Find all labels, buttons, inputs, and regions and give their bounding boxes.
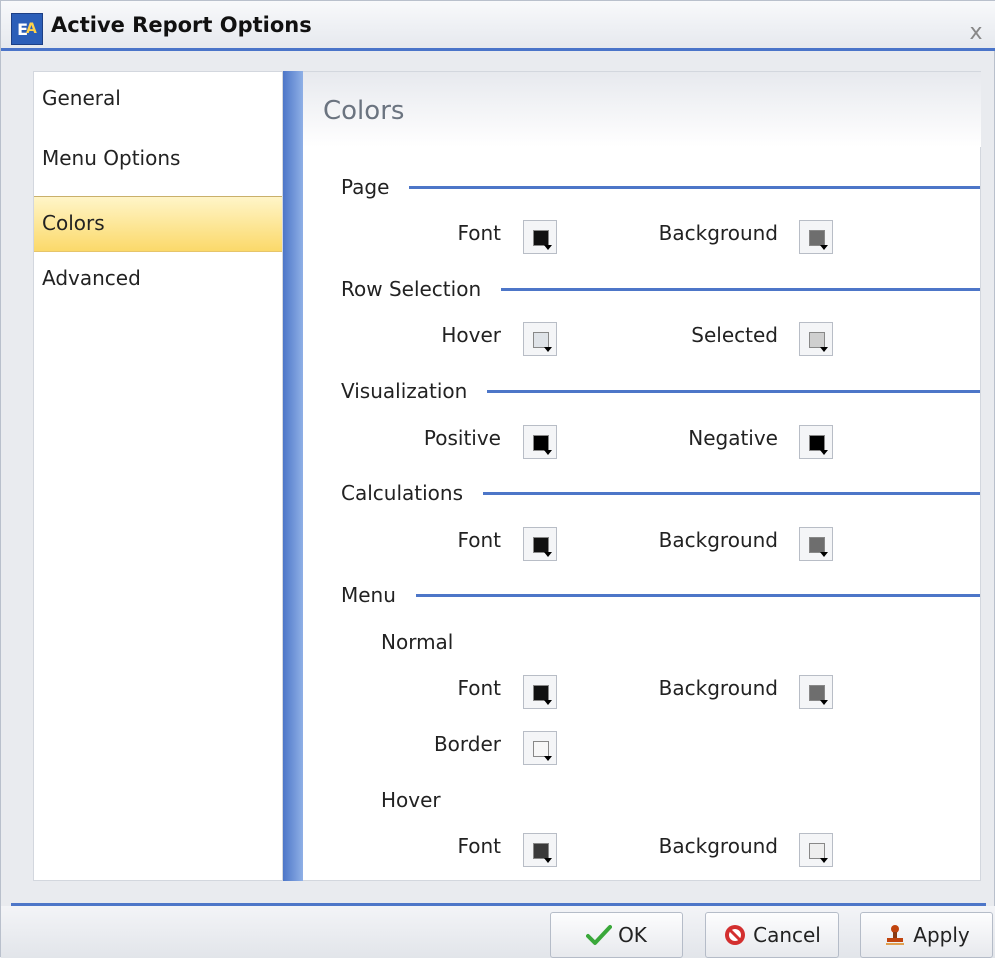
ok-button[interactable]: OK <box>550 912 683 958</box>
color-swatch <box>533 435 549 451</box>
page-background-label: Background <box>658 221 778 245</box>
dialog-title: Active Report Options <box>51 13 312 37</box>
color-swatch <box>809 537 825 553</box>
cancel-button[interactable]: Cancel <box>705 912 839 958</box>
color-swatch <box>809 230 825 246</box>
dropdown-arrow-icon <box>820 552 828 557</box>
dropdown-arrow-icon <box>544 756 552 761</box>
page-font-color-picker[interactable] <box>523 220 557 254</box>
section-page: Page <box>341 172 980 202</box>
dropdown-arrow-icon <box>820 450 828 455</box>
section-divider <box>483 491 980 495</box>
menu-hover-font-color-picker[interactable] <box>523 833 557 867</box>
close-icon[interactable]: x <box>964 21 988 45</box>
colors-panel: Colors Page Font Background Row Selectio… <box>303 71 981 881</box>
menu-normal-border-label: Border <box>433 732 501 756</box>
menu-normal-background-label: Background <box>658 676 778 700</box>
calculations-font-color-picker[interactable] <box>523 527 557 561</box>
menu-hover-background-label: Background <box>658 834 778 858</box>
dropdown-arrow-icon <box>544 858 552 863</box>
visualization-positive-color-picker[interactable] <box>523 425 557 459</box>
active-report-app-icon: EA <box>11 13 43 45</box>
color-swatch <box>533 685 549 701</box>
apply-button[interactable]: Apply <box>860 912 993 958</box>
nav-item-advanced[interactable]: Advanced <box>34 252 282 308</box>
section-divider <box>415 593 980 597</box>
ok-button-label: OK <box>618 923 647 947</box>
panel-divider-bar <box>283 71 303 881</box>
color-swatch <box>533 741 549 757</box>
calculations-background-label: Background <box>658 528 778 552</box>
row-selected-label: Selected <box>691 323 778 347</box>
visualization-negative-color-picker[interactable] <box>799 425 833 459</box>
dropdown-arrow-icon <box>820 700 828 705</box>
dropdown-arrow-icon <box>544 450 552 455</box>
color-swatch <box>809 685 825 701</box>
cancel-button-label: Cancel <box>753 923 821 947</box>
panel-title: Colors <box>323 96 405 126</box>
dropdown-arrow-icon <box>820 858 828 863</box>
dropdown-arrow-icon <box>544 552 552 557</box>
cancel-icon <box>723 923 747 947</box>
color-swatch <box>809 332 825 348</box>
section-visualization-label: Visualization <box>341 379 468 403</box>
color-swatch <box>533 230 549 246</box>
color-swatch <box>533 537 549 553</box>
panel-header: Colors <box>303 72 981 147</box>
active-report-options-dialog: EA Active Report Options x General Menu … <box>0 0 995 958</box>
menu-normal-background-color-picker[interactable] <box>799 675 833 709</box>
menu-hover-label: Hover <box>381 788 441 812</box>
checkmark-icon <box>586 924 613 946</box>
page-background-color-picker[interactable] <box>799 220 833 254</box>
dropdown-arrow-icon <box>820 245 828 250</box>
section-divider <box>501 287 980 291</box>
menu-normal-label: Normal <box>381 630 454 654</box>
dropdown-arrow-icon <box>544 700 552 705</box>
button-bar <box>1 906 995 958</box>
menu-hover-font-label: Font <box>457 834 501 858</box>
section-divider <box>409 185 980 189</box>
section-calculations: Calculations <box>341 478 980 508</box>
menu-hover-background-color-picker[interactable] <box>799 833 833 867</box>
nav-item-colors[interactable]: Colors <box>34 196 282 252</box>
row-hover-color-picker[interactable] <box>523 322 557 356</box>
nav-item-general[interactable]: General <box>34 72 282 128</box>
menu-normal-font-color-picker[interactable] <box>523 675 557 709</box>
stamp-icon <box>883 923 907 947</box>
options-nav: General Menu Options Colors Advanced <box>33 71 283 881</box>
dropdown-arrow-icon <box>820 347 828 352</box>
section-row-selection-label: Row Selection <box>341 277 482 301</box>
section-divider <box>487 389 980 393</box>
section-menu-label: Menu <box>341 583 396 607</box>
page-font-label: Font <box>457 221 501 245</box>
nav-item-menu-options[interactable]: Menu Options <box>34 132 282 188</box>
menu-normal-border-color-picker[interactable] <box>523 731 557 765</box>
calculations-font-label: Font <box>457 528 501 552</box>
apply-button-label: Apply <box>913 923 970 947</box>
title-bar: EA Active Report Options x <box>1 1 995 51</box>
section-visualization: Visualization <box>341 376 980 406</box>
color-swatch <box>809 843 825 859</box>
visualization-positive-label: Positive <box>423 426 501 450</box>
color-swatch <box>533 843 549 859</box>
section-calculations-label: Calculations <box>341 481 463 505</box>
dropdown-arrow-icon <box>544 245 552 250</box>
color-swatch <box>533 332 549 348</box>
section-page-label: Page <box>341 175 390 199</box>
section-menu: Menu <box>341 580 980 610</box>
color-swatch <box>809 435 825 451</box>
visualization-negative-label: Negative <box>688 426 778 450</box>
section-row-selection: Row Selection <box>341 274 980 304</box>
row-hover-label: Hover <box>441 323 501 347</box>
calculations-background-color-picker[interactable] <box>799 527 833 561</box>
menu-normal-font-label: Font <box>457 676 501 700</box>
dropdown-arrow-icon <box>544 347 552 352</box>
row-selected-color-picker[interactable] <box>799 322 833 356</box>
